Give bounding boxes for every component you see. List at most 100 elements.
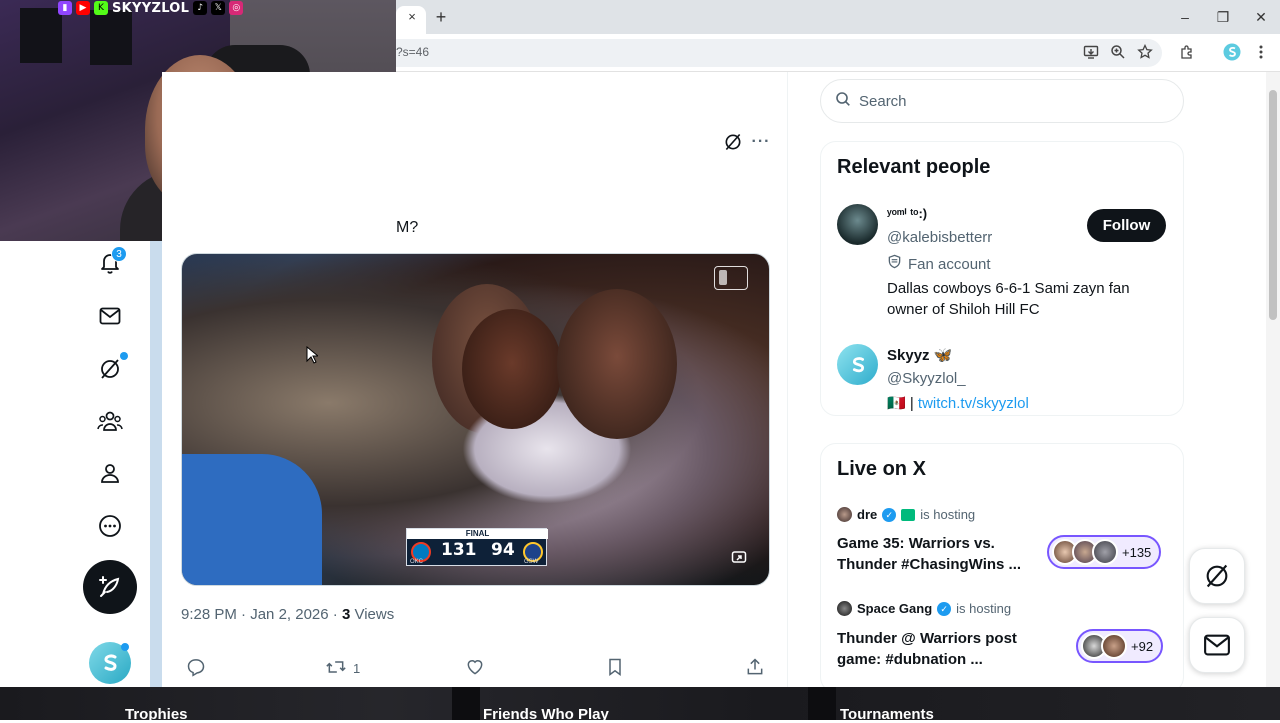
strip-label-friends: Friends Who Play [483, 706, 609, 723]
retweet-count: 1 [353, 660, 361, 676]
address-bar[interactable] [380, 39, 1162, 67]
like-button[interactable] [465, 657, 485, 679]
person-bio-prefix: 🇲🇽 | [887, 395, 918, 412]
window-minimize-button[interactable]: – [1170, 6, 1200, 28]
notifications-badge: 3 [111, 246, 127, 262]
person-handle[interactable]: @Skyyzlol_ [887, 370, 966, 387]
listener-avatar [1092, 539, 1118, 565]
post-timestamp: 9:28 PM · Jan 2, 2026 · 3 Views [181, 606, 395, 623]
away-score: 94 [491, 540, 515, 560]
messages-icon[interactable] [94, 300, 126, 332]
verified-icon: ✓ [882, 507, 897, 522]
page-scrollbar-thumb[interactable] [1269, 90, 1277, 320]
retweet-button[interactable]: 1 [325, 657, 360, 679]
post-video[interactable]: FINAL OKC 131 94 GSW [181, 253, 770, 586]
grok-explain-icon[interactable] [722, 131, 744, 153]
grok-float-button[interactable] [1189, 548, 1245, 604]
extensions-icon[interactable] [1178, 43, 1196, 61]
twitch-icon: ▮ [58, 1, 72, 15]
communities-icon[interactable] [94, 405, 126, 437]
window-close-button[interactable]: ✕ [1246, 6, 1276, 28]
person-bio-link[interactable]: twitch.tv/skyyzlol [918, 395, 1029, 412]
person-bio: 🇲🇽 | twitch.tv/skyyzlol [887, 393, 1029, 414]
person-bio-line: Dallas cowboys 6-6-1 Sami zayn fan [887, 280, 1130, 297]
space-title-line[interactable]: Thunder @ Warriors post [837, 628, 1017, 649]
kick-icon: K [94, 1, 108, 15]
share-button[interactable] [745, 657, 765, 679]
person-handle[interactable]: @kalebisbetterr [887, 229, 992, 246]
host-avatar[interactable] [837, 507, 852, 522]
space-title-line[interactable]: game: #dubnation ... [837, 649, 983, 670]
person-avatar-kalebisbetterr[interactable] [837, 204, 878, 245]
messages-float-button[interactable] [1189, 617, 1245, 673]
more-icon[interactable] [94, 510, 126, 542]
search-box[interactable] [820, 79, 1184, 123]
listener-avatar [1101, 633, 1127, 659]
bookmark-star-icon[interactable] [1136, 43, 1154, 61]
space-title-line[interactable]: Thunder #ChasingWins ... [837, 554, 1021, 575]
space-listeners[interactable]: +135 [1047, 535, 1162, 569]
compose-post-button[interactable] [83, 560, 137, 614]
follow-button[interactable]: Follow [1087, 209, 1166, 242]
tab-close-icon[interactable]: × [404, 9, 420, 25]
person-name[interactable]: Skyyz 🦋 [887, 346, 952, 364]
profile-icon[interactable] [94, 457, 126, 489]
streamer-social-strip: ▮ ▶ K SKYYZLOL ♪ 𝕏 ◎ [58, 0, 244, 16]
views-count: 3 [341, 606, 351, 623]
left-nav [0, 241, 150, 687]
space-listeners[interactable]: +92 [1076, 629, 1164, 663]
nba-logo-icon [714, 266, 748, 290]
space-title-line[interactable]: Game 35: Warriors vs. [837, 533, 995, 554]
home-team-abbr: OKC [410, 559, 424, 565]
x-logo-icon: 𝕏 [211, 1, 226, 15]
person-label: Fan account [887, 254, 991, 274]
person-name[interactable]: ʸᵒᵐⁱ ᵗᵒ:) [887, 206, 927, 222]
share-icon [745, 657, 765, 680]
hosting-label: is hosting [920, 507, 976, 522]
space-host-row: dre ✓ is hosting [837, 507, 975, 522]
person-label-text: Fan account [908, 255, 991, 273]
bookmark-button[interactable] [606, 657, 624, 679]
youtube-icon: ▶ [76, 1, 90, 15]
host-name[interactable]: Space Gang [857, 601, 932, 616]
listener-count: +135 [1122, 544, 1152, 560]
host-avatar[interactable] [837, 601, 852, 616]
video-expand-icon[interactable] [730, 548, 748, 566]
zoom-icon[interactable] [1109, 43, 1127, 61]
post-date[interactable]: Jan 2, 2026 [250, 606, 328, 623]
shield-icon [887, 254, 902, 274]
mouse-cursor-icon [306, 345, 320, 369]
scoreboard-label: FINAL [407, 529, 548, 539]
browser-menu-icon[interactable] [1252, 43, 1270, 61]
away-team-abbr: GSW [524, 559, 539, 565]
new-tab-button[interactable]: + [432, 8, 450, 26]
scoreboard: FINAL OKC 131 94 GSW [406, 528, 548, 566]
verified-icon: ✓ [937, 601, 952, 616]
search-input[interactable] [859, 92, 1159, 110]
reply-button[interactable] [186, 657, 206, 679]
person-avatar-skyyzlol[interactable] [837, 344, 878, 385]
hosting-label: is hosting [956, 601, 1012, 616]
install-app-icon[interactable] [1082, 43, 1100, 61]
views-label: Views [354, 606, 395, 623]
window-restore-button[interactable]: ❐ [1208, 6, 1238, 28]
strip-divider [808, 687, 836, 720]
reply-icon [186, 657, 206, 680]
relevant-people-title: Relevant people [837, 156, 991, 178]
space-host-row: Space Gang ✓ is hosting [837, 601, 1011, 616]
bookmark-icon [606, 657, 624, 680]
heart-icon [465, 657, 485, 680]
retweet-icon [325, 657, 347, 680]
live-on-x-title: Live on X [837, 458, 926, 480]
profile-avatar-icon[interactable] [1223, 43, 1241, 61]
stream-bottom-strip [0, 687, 1280, 720]
post-text: M? [396, 219, 419, 236]
left-nav-divider [150, 241, 162, 687]
host-name[interactable]: dre [857, 507, 877, 522]
tiktok-icon: ♪ [193, 1, 208, 15]
account-status-dot [121, 643, 129, 651]
grok-new-dot [120, 352, 128, 360]
post-time[interactable]: 9:28 PM [181, 606, 237, 623]
url-text[interactable]: ?s=46 [396, 45, 429, 59]
post-more-button[interactable]: ··· [750, 131, 772, 153]
